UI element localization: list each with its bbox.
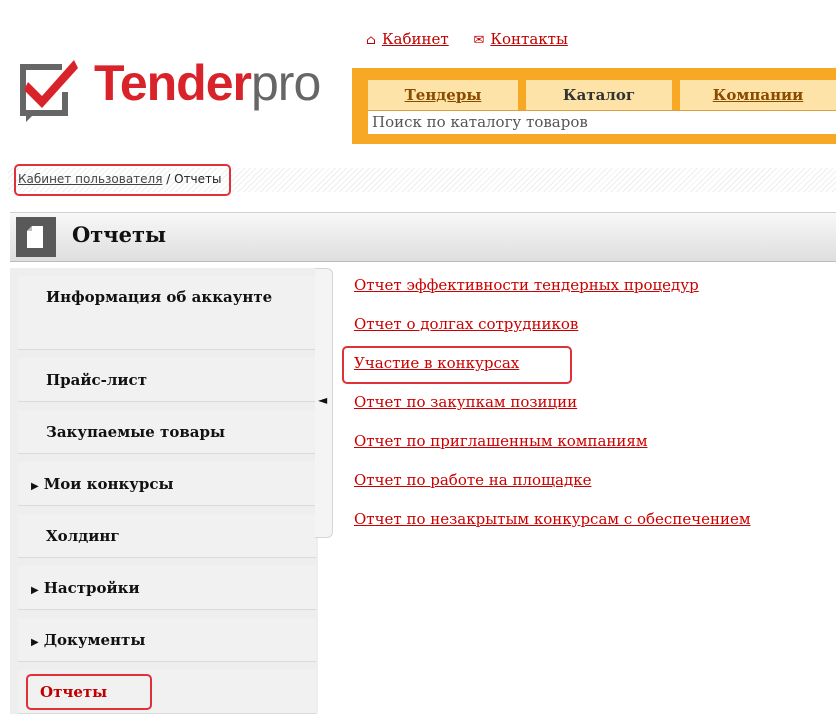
caret-right-icon: ▶: [31, 637, 39, 648]
report-link-platform-work[interactable]: Отчет по работе на площадке: [354, 471, 591, 489]
sidebar-item-label: Холдинг: [46, 527, 120, 545]
main-nav: Тендеры Каталог Компании Поиск по катало…: [352, 68, 836, 144]
home-icon: ⌂: [366, 33, 376, 48]
highlight-tender-participation: [342, 346, 572, 384]
document-icon-box: [16, 217, 56, 257]
sidebar-item-price-list[interactable]: Прайс-лист: [18, 358, 316, 402]
sidebar-item-settings[interactable]: ▶ Настройки: [18, 566, 316, 610]
logo[interactable]: Tenderpro: [14, 50, 344, 124]
header: Tenderpro ⌂ Кабинет ✉ Контакты Тендеры Кат…: [0, 0, 836, 155]
report-link-position-purchases[interactable]: Отчет по закупкам позиции: [354, 393, 577, 411]
sidebar-item-account-info[interactable]: Информация об аккаунте: [18, 276, 316, 350]
top-links: ⌂ Кабинет ✉ Контакты: [366, 30, 588, 48]
tab-tenders[interactable]: Тендеры: [368, 80, 518, 110]
document-icon: [27, 226, 43, 248]
contacts-link[interactable]: ✉ Контакты: [473, 30, 567, 48]
highlight-sidebar-reports: [26, 674, 152, 710]
contacts-link-label: Контакты: [490, 30, 568, 48]
logo-brand-bold: Tender: [94, 55, 252, 111]
sidebar: Информация об аккаунте Прайс-лист Закупа…: [10, 268, 318, 714]
logo-brand-light: pro: [251, 55, 321, 111]
tab-companies[interactable]: Компании: [680, 80, 836, 110]
tab-catalog[interactable]: Каталог: [526, 80, 672, 110]
report-link-invited-companies[interactable]: Отчет по приглашенным компаниям: [354, 432, 648, 450]
report-link-employee-debts[interactable]: Отчет о долгах сотрудников: [354, 315, 578, 333]
logo-check-icon: [20, 60, 78, 122]
sidebar-item-label: Прайс-лист: [46, 371, 147, 389]
collapse-left-icon: ◄: [318, 393, 328, 407]
sidebar-item-holding[interactable]: Холдинг: [18, 514, 316, 558]
sidebar-item-label: Настройки: [43, 579, 140, 597]
catalog-search-input[interactable]: Поиск по каталогу товаров: [368, 110, 836, 134]
report-link-unclosed-secured[interactable]: Отчет по незакрытым конкурсам с обеспече…: [354, 510, 751, 528]
sidebar-item-label: Закупаемые товары: [46, 423, 226, 441]
logo-text: Tenderpro: [94, 46, 321, 120]
cabinet-link-label: Кабинет: [381, 30, 449, 48]
highlight-breadcrumb-home: [14, 164, 231, 196]
cabinet-link[interactable]: ⌂ Кабинет: [366, 30, 449, 48]
caret-right-icon: ▶: [31, 585, 39, 596]
sidebar-item-label: Информация об аккаунте: [46, 288, 273, 306]
sidebar-item-documents[interactable]: ▶ Документы: [18, 618, 316, 662]
sidebar-collapse-handle[interactable]: ◄: [315, 268, 333, 538]
envelope-icon: ✉: [473, 33, 485, 48]
report-link-efficiency[interactable]: Отчет эффективности тендерных процедур: [354, 276, 699, 294]
sidebar-item-label: Мои конкурсы: [43, 475, 174, 493]
caret-right-icon: ▶: [31, 481, 39, 492]
page-title-bar: Отчеты: [10, 212, 836, 262]
sidebar-item-label: Документы: [43, 631, 146, 649]
sidebar-item-my-tenders[interactable]: ▶ Мои конкурсы: [18, 462, 316, 506]
page-title: Отчеты: [72, 222, 167, 247]
sidebar-item-purchased-goods[interactable]: Закупаемые товары: [18, 410, 316, 454]
